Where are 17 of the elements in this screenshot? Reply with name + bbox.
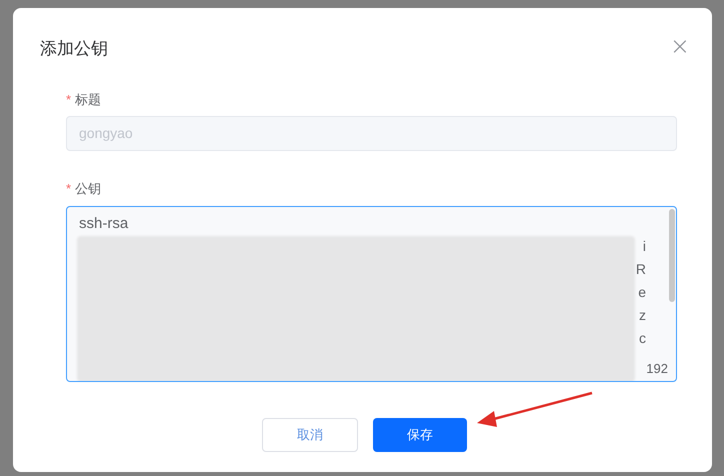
key-textarea-field[interactable]: ssh-rsa i R e z c 192 [66, 206, 677, 382]
field-label: 标题 [75, 90, 102, 108]
key-fragment: z [639, 306, 646, 324]
key-fragment: e [638, 282, 646, 302]
required-mark: * [66, 90, 72, 108]
key-fragment: 192 [646, 360, 668, 376]
key-fragment: c [639, 328, 646, 348]
key-line: ssh-rsa [79, 214, 130, 234]
key-fragment: i [642, 236, 646, 256]
cancel-button[interactable]: 取消 [262, 418, 358, 452]
required-mark: * [66, 180, 72, 198]
field-label: 公钥 [75, 180, 102, 198]
key-fragment: R [636, 260, 646, 278]
save-button[interactable]: 保存 [373, 418, 467, 452]
scrollbar[interactable] [669, 208, 675, 302]
dialog-title: 添加公钥 [40, 38, 108, 60]
close-button[interactable]: × [670, 36, 690, 56]
